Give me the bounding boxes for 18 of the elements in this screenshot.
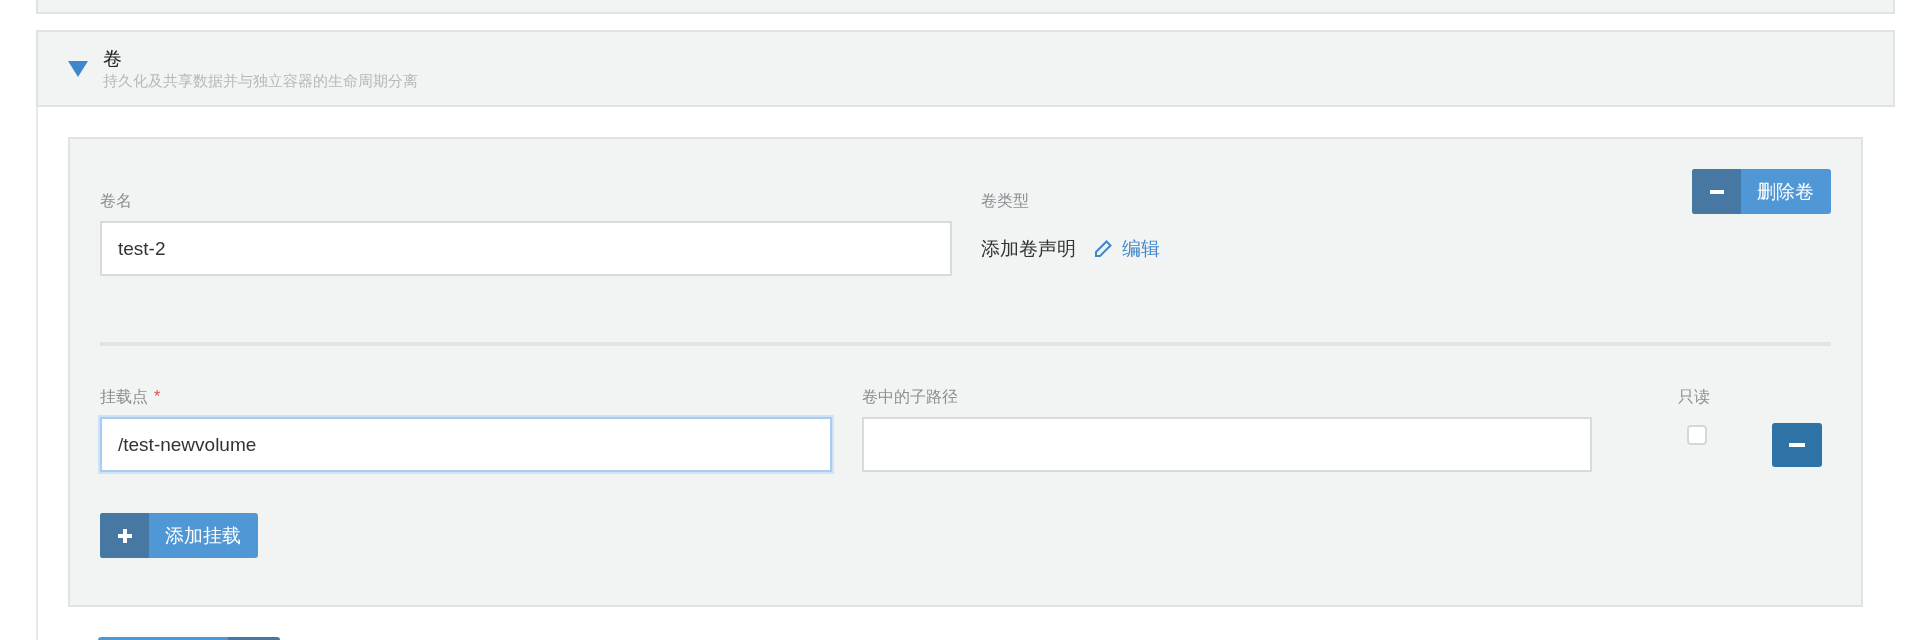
triangle-icon[interactable] <box>68 60 88 77</box>
sub-path-field[interactable] <box>862 417 1592 472</box>
plus-icon[interactable] <box>116 527 133 544</box>
section-title: 卷 <box>103 46 123 71</box>
field-label: 卷中的子路径 <box>862 387 959 407</box>
remove-mount-button[interactable] <box>1772 423 1822 467</box>
field-label: 卷名 <box>100 191 133 211</box>
field-label: 只读 <box>1678 387 1711 407</box>
pencil-icon[interactable] <box>1094 239 1112 258</box>
edit-link[interactable]: 编辑 <box>1094 235 1160 262</box>
field-label: 卷类型 <box>981 191 1030 211</box>
read-only-checkbox[interactable] <box>1687 425 1707 445</box>
section-header[interactable]: 卷 持久化及共享数据并与独立容器的生命周期分离 <box>36 30 1895 107</box>
volume-type-value: 添加卷声明 <box>981 236 1076 261</box>
section-subtitle: 持久化及共享数据并与独立容器的生命周期分离 <box>103 70 418 91</box>
field-label: 挂载点 * <box>100 387 162 407</box>
volume-name-field[interactable]: test-2 <box>100 221 952 276</box>
mount-point-field[interactable]: /test-newvolume <box>100 417 832 472</box>
